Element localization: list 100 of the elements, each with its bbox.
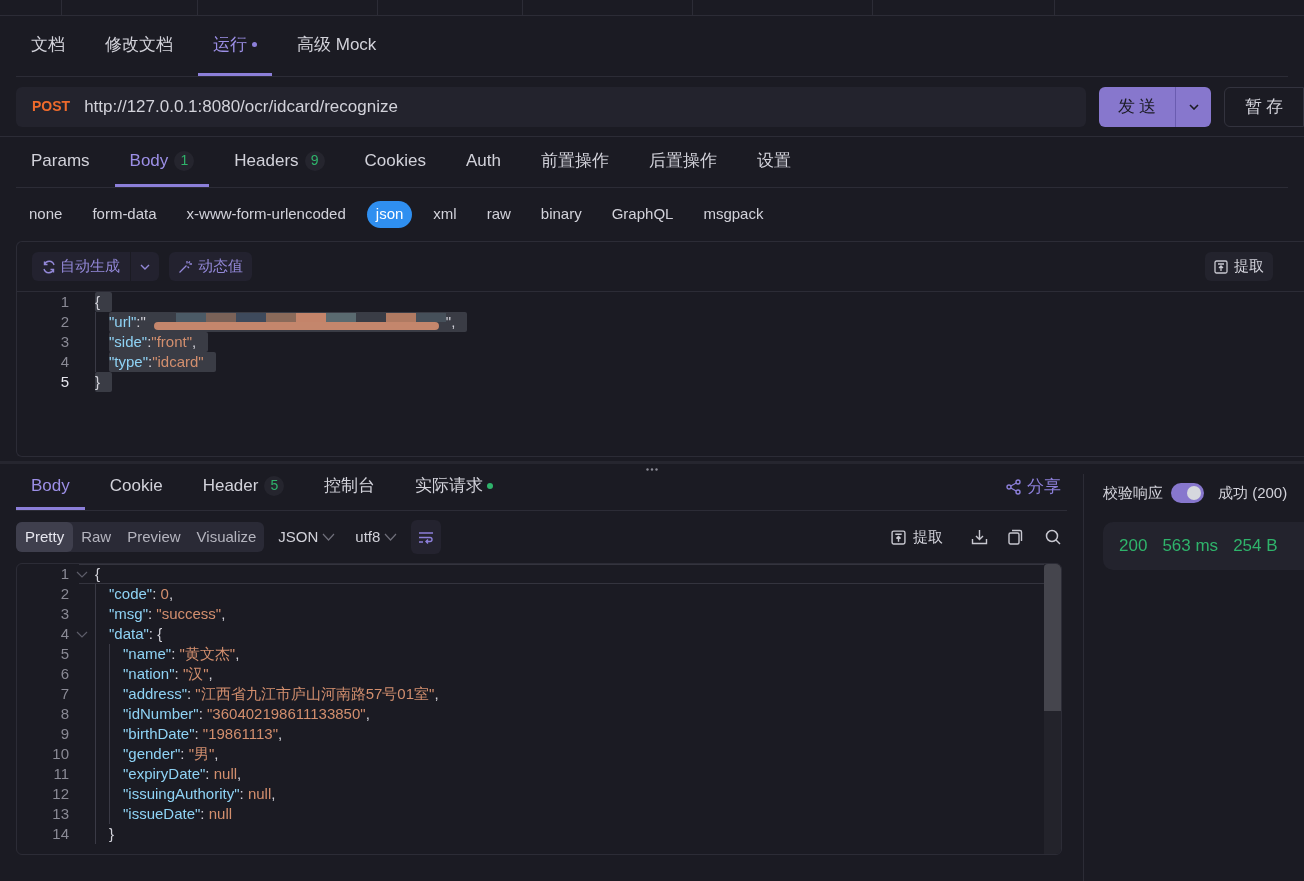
request-tab[interactable]: Cookies — [349, 137, 441, 187]
send-options-button[interactable] — [1176, 86, 1211, 127]
request-tab[interactable]: Headers 9 — [219, 137, 340, 187]
code-line: "expiryDate": null, — [123, 764, 242, 784]
count-badge: 1 — [174, 150, 195, 171]
drag-handle-icon[interactable] — [646, 467, 658, 471]
line-number: 10 — [51, 744, 69, 764]
body-type-option[interactable]: form-data — [83, 201, 166, 228]
chevron-down-icon — [384, 533, 398, 541]
count-badge: 5 — [264, 475, 285, 496]
response-tab[interactable]: Body — [16, 464, 85, 510]
body-type-option[interactable]: binary — [531, 201, 591, 228]
stat-value: 200 — [1119, 535, 1148, 558]
extract-icon — [891, 529, 906, 545]
format-dropdown[interactable]: JSON — [278, 525, 336, 549]
request-tab[interactable]: Auth — [451, 137, 516, 187]
magic-wand-icon — [178, 259, 192, 274]
url-field[interactable]: POST http://127.0.0.1:8080/ocr/idcard/recognize — [16, 86, 1086, 127]
fold-icon[interactable] — [76, 630, 88, 638]
scrollbar-thumb[interactable] — [1044, 564, 1061, 711]
code-line: { — [95, 564, 100, 584]
extract-button[interactable]: 提取 — [1205, 252, 1273, 281]
caret-icon — [140, 263, 150, 270]
line-number: 3 — [59, 332, 69, 352]
line-number: 2 — [59, 312, 69, 332]
tab-label: Header — [202, 474, 259, 497]
chevron-down-icon — [322, 533, 336, 541]
send-button[interactable]: 发 送 — [1099, 86, 1176, 127]
count-badge: 9 — [304, 150, 325, 171]
code-line: "idNumber": "360402198611133850", — [123, 704, 370, 724]
document-tab[interactable]: 修改文档 — [90, 16, 188, 76]
stat-value: 563 ms — [1162, 535, 1219, 558]
line-number: 1 — [59, 564, 69, 584]
code-line: "birthDate": "19861113", — [123, 724, 283, 744]
line-number: 13 — [51, 804, 69, 824]
share-link[interactable]: 分享 — [1006, 464, 1067, 510]
tab-label: Body — [129, 149, 169, 172]
encoding-dropdown[interactable]: utf8 — [355, 525, 398, 549]
view-tab[interactable]: Pretty — [16, 522, 74, 552]
line-number: 12 — [51, 784, 69, 804]
response-tab[interactable]: 控制台 — [309, 464, 391, 510]
save-button[interactable]: 暂 存 — [1224, 86, 1304, 127]
scrollbar[interactable] — [1044, 564, 1061, 854]
status-text: 成功 (200) — [1218, 482, 1288, 503]
code-line: "gender": "男", — [123, 744, 219, 764]
url-text: http://127.0.0.1:8080/ocr/idcard/recognize — [84, 95, 398, 118]
code-line: "data": { — [109, 624, 163, 644]
code-line: "code": 0, — [109, 584, 174, 604]
view-tab[interactable]: Preview — [119, 522, 189, 552]
copy-icon[interactable] — [1008, 529, 1023, 545]
code-line: } — [109, 824, 114, 844]
view-tab[interactable]: Raw — [73, 522, 120, 552]
wrap-button[interactable] — [411, 520, 442, 554]
request-tab[interactable]: 设置 — [742, 137, 806, 187]
search-icon[interactable] — [1045, 529, 1061, 545]
share-icon — [1006, 479, 1021, 495]
line-number: 14 — [51, 824, 69, 844]
document-tab[interactable]: 高级 Mock — [282, 16, 392, 76]
line-number: 3 — [59, 604, 69, 624]
body-type-option[interactable]: none — [20, 201, 72, 228]
fold-icon[interactable] — [76, 570, 88, 578]
method-label: POST — [32, 97, 71, 116]
line-number: 2 — [59, 584, 69, 604]
tab-label: 实际请求 — [415, 474, 484, 497]
code-line: "nation": "汉", — [123, 664, 213, 684]
extract-button[interactable]: 提取 — [891, 525, 943, 549]
code-line: "name": "黄文杰", — [123, 644, 240, 664]
wrap-icon — [418, 530, 435, 544]
line-number: 5 — [59, 372, 69, 392]
line-number: 5 — [59, 644, 69, 664]
body-type-option[interactable]: msgpack — [694, 201, 773, 228]
extract-icon — [1214, 259, 1228, 274]
line-number: 9 — [59, 724, 69, 744]
view-tab[interactable]: Visualize — [188, 522, 265, 552]
line-number: 6 — [59, 664, 69, 684]
request-tab[interactable]: Body 1 — [114, 137, 210, 187]
request-tab[interactable]: Params — [16, 137, 105, 187]
line-number: 1 — [59, 292, 69, 312]
caret-icon — [1188, 103, 1199, 110]
line-number: 4 — [59, 624, 69, 644]
document-tab[interactable]: 运行 — [198, 16, 272, 76]
request-tab[interactable]: 前置操作 — [526, 137, 624, 187]
response-tab[interactable]: 实际请求 — [400, 464, 509, 510]
refresh-icon — [42, 259, 56, 274]
tab-label: Headers — [234, 149, 299, 172]
response-tab[interactable]: Cookie — [94, 464, 178, 510]
line-number: 4 — [59, 352, 69, 372]
toggle-switch[interactable] — [1171, 483, 1204, 503]
body-type-option[interactable]: xml — [424, 201, 466, 228]
body-type-option[interactable]: raw — [477, 201, 520, 228]
dynamic-value-button[interactable]: 动态值 — [169, 252, 252, 281]
response-tab[interactable]: Header 5 — [187, 464, 300, 510]
code-line: "issueDate": null — [123, 804, 233, 824]
validate-response-label: 校验响应 — [1103, 482, 1163, 503]
download-icon[interactable] — [971, 529, 988, 545]
body-type-option[interactable]: GraphQL — [602, 201, 683, 228]
body-type-option[interactable]: x-www-form-urlencoded — [177, 201, 355, 228]
request-tab[interactable]: 后置操作 — [634, 137, 732, 187]
document-tab[interactable]: 文档 — [16, 16, 80, 76]
line-number: 8 — [59, 704, 69, 724]
